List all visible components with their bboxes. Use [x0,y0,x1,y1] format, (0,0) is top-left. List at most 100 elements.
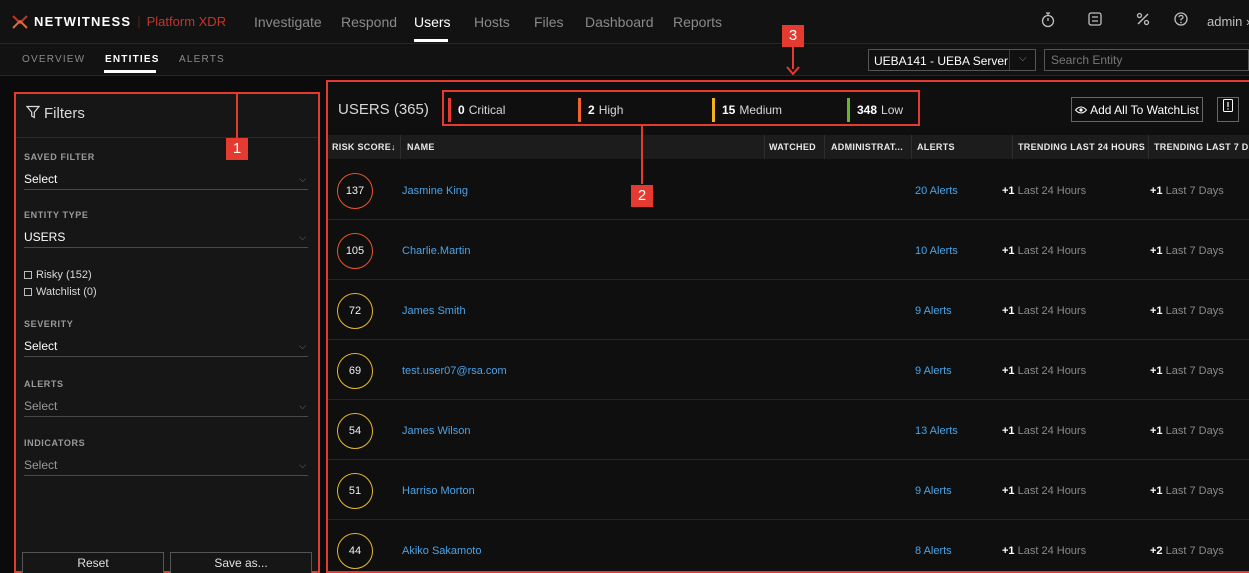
table-row[interactable]: 51 Harriso Morton 9 Alerts +1 Last 24 Ho… [328,460,1249,520]
indicators-select[interactable]: Select ⌵ [24,456,308,476]
nav-hosts[interactable]: Hosts [474,14,510,30]
severity-low[interactable]: 348 Low [847,98,903,122]
column-name[interactable]: NAME [407,142,435,152]
arrow-down-icon [786,66,800,76]
risky-checkbox[interactable]: Risky (152) [24,269,92,281]
risk-score-badge: 54 [337,413,373,449]
column-trending-24h[interactable]: TRENDING LAST 24 HOURS [1018,142,1145,152]
alerts-select[interactable]: Select ⌵ [24,397,308,417]
column-alerts[interactable]: ALERTS [917,142,955,152]
alerts-link[interactable]: 9 Alerts [915,305,952,317]
table-row[interactable]: 44 Akiko Sakamoto 8 Alerts +1 Last 24 Ho… [328,520,1249,573]
help-icon[interactable] [1172,12,1190,30]
nav-files[interactable]: Files [534,14,564,30]
save-as-button[interactable]: Save as... [170,552,312,573]
alerts-link[interactable]: 20 Alerts [915,185,958,197]
severity-high-label: High [598,103,624,117]
chevron-down-icon: ⌵ [299,460,306,470]
severity-high[interactable]: 2 High [578,98,624,122]
user-name: admin [1207,14,1243,29]
alerts-link[interactable]: 10 Alerts [915,245,958,257]
column-administrator[interactable]: ADMINISTRAT... [831,142,903,152]
saved-filter-select[interactable]: Select ⌵ [24,170,308,190]
trend-7d-value: +1 [1150,185,1163,197]
nav-reports[interactable]: Reports [673,14,722,30]
trend-7d-label: Last 7 Days [1165,425,1224,437]
severity-medium-count: 15 [722,103,736,117]
brand-product: Platform XDR [146,14,227,29]
server-select[interactable]: UEBA141 - UEBA Server ⌵ [868,49,1036,71]
export-icon[interactable] [1217,97,1239,122]
nav-dashboard[interactable]: Dashboard [585,14,654,30]
table-row[interactable]: 72 James Smith 9 Alerts +1 Last 24 Hours… [328,280,1249,340]
user-name-link[interactable]: Jasmine King [402,185,468,197]
user-name-link[interactable]: Harriso Morton [402,485,475,497]
severity-critical-bar [448,98,451,122]
column-divider [764,135,765,159]
trend-24h-label: Last 24 Hours [1017,485,1087,497]
watchlist-checkbox[interactable]: Watchlist (0) [24,286,97,298]
nav-investigate[interactable]: Investigate [254,14,322,30]
table-row[interactable]: 137 Jasmine King 20 Alerts +1 Last 24 Ho… [328,160,1249,220]
nav-users[interactable]: Users [414,14,451,30]
trend-7d-value: +1 [1150,245,1163,257]
trend-7d: +1 Last 7 Days [1150,305,1224,317]
column-trending-7d[interactable]: TRENDING LAST 7 DA [1154,142,1249,152]
tab-overview[interactable]: OVERVIEW [22,54,85,65]
trend-7d: +1 Last 7 Days [1150,425,1224,437]
table-row[interactable]: 54 James Wilson 13 Alerts +1 Last 24 Hou… [328,400,1249,460]
nav-respond[interactable]: Respond [341,14,397,30]
severity-select[interactable]: Select ⌵ [24,337,308,357]
add-all-to-watchlist-label: Add All To WatchList [1090,102,1199,117]
trend-7d-value: +1 [1150,485,1163,497]
add-all-to-watchlist-button[interactable]: Add All To WatchList [1071,97,1203,122]
trend-7d: +2 Last 7 Days [1150,545,1224,557]
table-row[interactable]: 105 Charlie.Martin 10 Alerts +1 Last 24 … [328,220,1249,280]
settings-panel-icon[interactable] [1086,12,1104,30]
alerts-label: ALERTS [24,379,64,389]
tab-entities[interactable]: ENTITIES [105,54,160,65]
user-menu[interactable]: admin › [1207,14,1249,29]
user-name-link[interactable]: James Wilson [402,425,470,437]
alerts-link[interactable]: 9 Alerts [915,485,952,497]
severity-low-count: 348 [857,103,878,117]
user-name-link[interactable]: Charlie.Martin [402,245,470,257]
column-watched[interactable]: WATCHED [769,142,816,152]
alerts-link[interactable]: 9 Alerts [915,365,952,377]
tab-alerts[interactable]: ALERTS [179,54,225,65]
severity-medium[interactable]: 15 Medium [712,98,782,122]
chevron-down-icon: ⌵ [299,341,306,351]
trend-24h-label: Last 24 Hours [1017,365,1087,377]
table-row[interactable]: 69 test.user07@rsa.com 9 Alerts +1 Last … [328,340,1249,400]
column-divider [1148,135,1149,159]
user-name-link[interactable]: James Smith [402,305,466,317]
netwitness-logo[interactable]: NETWITNESS | Platform XDR [12,14,226,29]
timer-icon[interactable] [1039,12,1057,30]
user-name-link[interactable]: Akiko Sakamoto [402,545,481,557]
filters-header: Filters [16,94,318,138]
trend-7d-label: Last 7 Days [1165,365,1224,377]
trend-7d-value: +1 [1150,425,1163,437]
table-header: RISK SCORE↓ NAME WATCHED ADMINISTRAT... … [328,135,1249,159]
trend-24h-value: +1 [1002,365,1015,377]
alerts-link[interactable]: 13 Alerts [915,425,958,437]
indicators-label: INDICATORS [24,438,86,448]
tools-icon[interactable] [1134,12,1152,30]
column-divider [400,135,401,159]
column-risk-score[interactable]: RISK SCORE↓ [332,142,396,152]
search-entity-input[interactable] [1044,49,1249,71]
users-panel: USERS (365) 0 Critical 2 High 15 Medium … [326,80,1249,573]
chevron-down-icon: ⌵ [299,174,306,184]
risk-score-badge: 51 [337,473,373,509]
reset-button[interactable]: Reset [22,552,164,573]
severity-low-bar [847,98,850,122]
trend-7d-label: Last 7 Days [1165,185,1224,197]
chevron-down-icon: ⌵ [299,232,306,242]
trend-24h-value: +1 [1002,185,1015,197]
entity-type-select[interactable]: USERS ⌵ [24,228,308,248]
alerts-link[interactable]: 8 Alerts [915,545,952,557]
trend-24h-value: +1 [1002,485,1015,497]
trend-7d-value: +1 [1150,305,1163,317]
severity-critical[interactable]: 0 Critical [448,98,505,122]
user-name-link[interactable]: test.user07@rsa.com [402,365,507,377]
